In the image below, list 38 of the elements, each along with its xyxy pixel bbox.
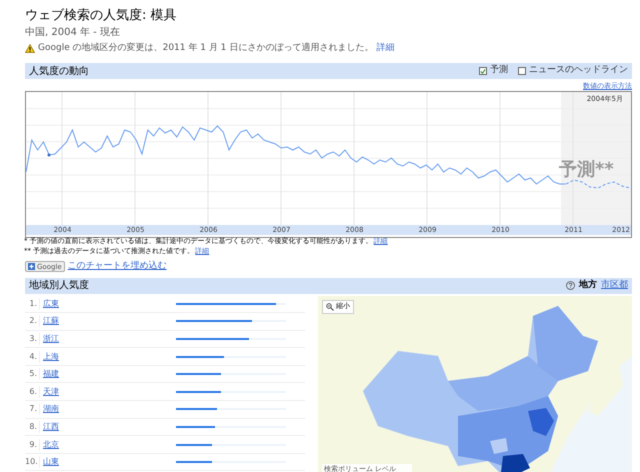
region-link[interactable]: 湖南	[40, 403, 176, 416]
checkbox[interactable]	[479, 67, 487, 75]
details-link[interactable]: 詳細	[376, 42, 394, 54]
rank-number: 2.	[25, 315, 40, 328]
region-link[interactable]: 北京	[40, 438, 176, 451]
help-icon[interactable]	[566, 281, 575, 290]
rank-number: 4.	[25, 350, 40, 363]
region-link[interactable]: 江蘇	[40, 315, 176, 328]
date-range: 中国, 2004 年 - 現在	[25, 26, 121, 39]
rank-number: 9.	[25, 438, 40, 451]
plus-icon	[28, 263, 35, 270]
checkbox[interactable]	[518, 67, 526, 75]
section-title: 人気度の動向	[29, 64, 89, 78]
rank-number: 10.	[25, 456, 40, 468]
zoom-out-icon	[326, 302, 334, 310]
rank-number: 6.	[25, 386, 40, 398]
scope-label: 地方	[579, 278, 597, 292]
region-link[interactable]: 上海	[40, 350, 176, 363]
scope-link[interactable]: 市区都	[601, 278, 628, 292]
embed-link[interactable]: このチャートを埋め込む	[68, 260, 167, 274]
region-link[interactable]: 天津	[40, 386, 176, 398]
rank-number: 3.	[25, 332, 40, 345]
rank-number: 7.	[25, 403, 40, 416]
region-link[interactable]: 広東	[40, 298, 176, 310]
region-link[interactable]: 山東	[40, 456, 176, 468]
warning-icon	[25, 44, 35, 52]
page-title: ウェブ検索の人気度: 模具	[25, 8, 178, 24]
rank-number: 5.	[25, 368, 40, 380]
checkbox-label: 予測	[490, 64, 508, 78]
forecast-label: 予測**	[559, 158, 614, 182]
checkbox-label: ニュースのヘッドライン	[529, 64, 628, 78]
region-link[interactable]: 江西	[40, 420, 176, 433]
notice-text: Google の地域区分の変更は、2011 年 1 月 1 日にさかのぼって適用されました。	[38, 42, 374, 54]
rank-number: 8.	[25, 420, 40, 433]
rank-number: 1.	[25, 298, 40, 310]
region-link[interactable]: 浙江	[40, 332, 176, 345]
section-title: 地域別人気度	[29, 278, 89, 293]
region-link[interactable]: 福建	[40, 368, 176, 380]
